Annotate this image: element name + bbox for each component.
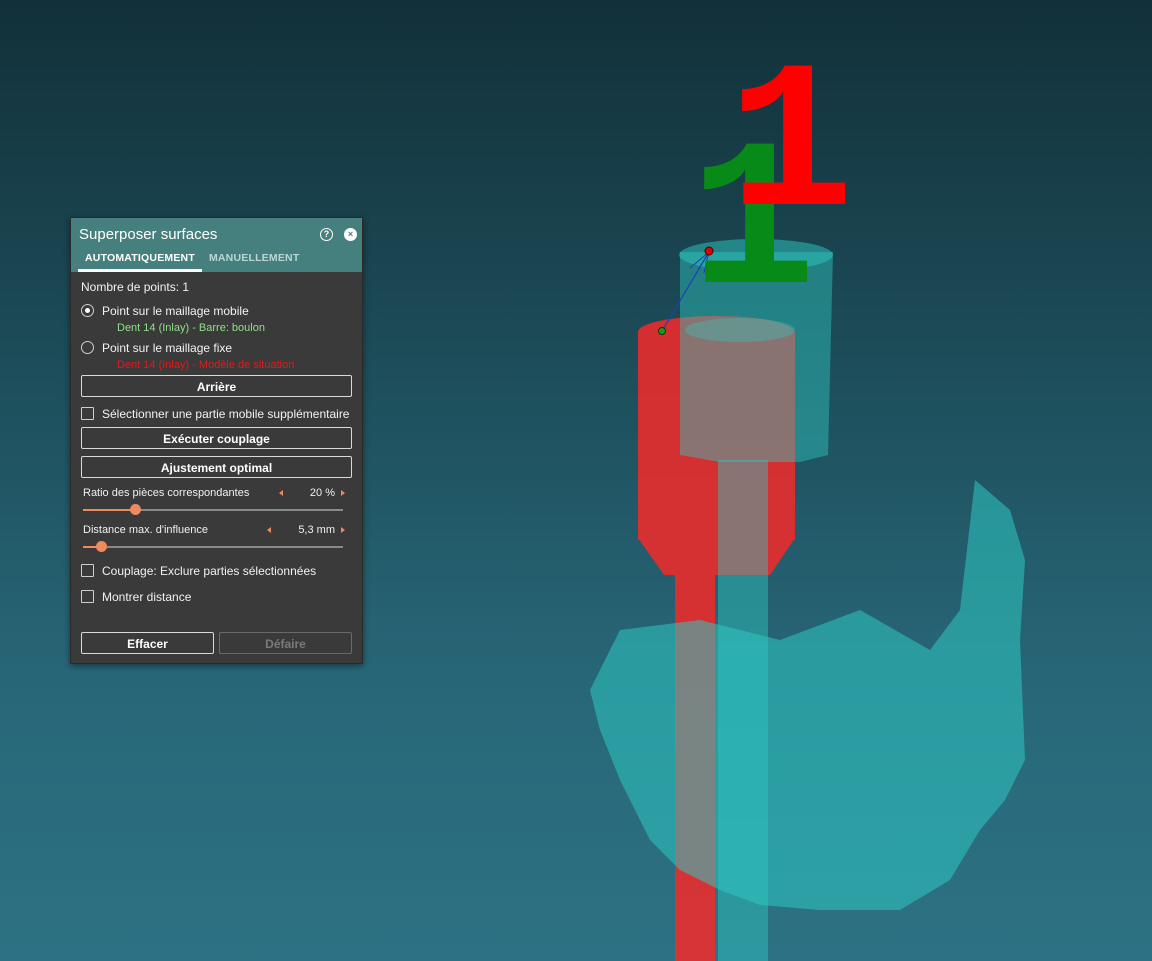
- tab-bar: AUTOMATIQUEMENT MANUELLEMENT: [78, 250, 306, 272]
- exclude-selected-option[interactable]: Couplage: Exclure parties sélectionnées: [81, 564, 353, 580]
- distance-slider-track: [83, 546, 343, 548]
- best-fit-button[interactable]: Ajustement optimal: [81, 456, 352, 478]
- ratio-slider-knob[interactable]: [129, 504, 141, 515]
- clear-button[interactable]: Effacer: [81, 632, 214, 654]
- panel-title: Superposer surfaces: [79, 226, 218, 243]
- execute-coupling-button[interactable]: Exécuter couplage: [81, 427, 352, 449]
- ratio-slider-fill: [83, 509, 135, 511]
- tab-automatic[interactable]: AUTOMATIQUEMENT: [78, 250, 202, 272]
- ratio-decrease-icon[interactable]: [279, 490, 283, 496]
- distance-slider-knob[interactable]: [95, 541, 107, 552]
- fixed-radio[interactable]: [81, 341, 94, 354]
- show-distance-option[interactable]: Montrer distance: [81, 590, 353, 606]
- fixed-point-option[interactable]: Point sur le maillage fixe: [81, 341, 353, 357]
- mobile-radio[interactable]: [81, 304, 94, 317]
- points-count: Nombre de points: 1: [81, 280, 190, 294]
- fixed-detail: Dent 14 (Inlay) - Modèle de situation: [117, 359, 295, 371]
- exclude-selected-checkbox[interactable]: [81, 564, 94, 577]
- back-button[interactable]: Arrière: [81, 375, 352, 397]
- mobile-label: Point sur le maillage mobile: [102, 304, 249, 318]
- fixed-label: Point sur le maillage fixe: [102, 341, 233, 355]
- select-additional-label: Sélectionner une partie mobile supplémen…: [102, 407, 350, 421]
- close-icon[interactable]: ×: [344, 228, 357, 241]
- distance-slider[interactable]: [83, 541, 343, 552]
- panel-header: Superposer surfaces ? × AUTOMATIQUEMENT …: [71, 218, 362, 272]
- select-additional-option[interactable]: Sélectionner une partie mobile supplémen…: [81, 407, 353, 423]
- help-icon[interactable]: ?: [320, 228, 333, 241]
- mobile-point-option[interactable]: Point sur le maillage mobile: [81, 304, 353, 320]
- distance-decrease-icon[interactable]: [267, 527, 271, 533]
- distance-value: 5,3 mm: [298, 524, 335, 536]
- show-distance-label: Montrer distance: [102, 590, 192, 604]
- undo-button[interactable]: Défaire: [219, 632, 352, 654]
- exclude-selected-label: Couplage: Exclure parties sélectionnées: [102, 564, 317, 578]
- ratio-increase-icon[interactable]: [341, 490, 345, 496]
- ratio-slider[interactable]: [83, 504, 343, 515]
- fixed-point-marker[interactable]: [658, 327, 666, 335]
- select-additional-checkbox[interactable]: [81, 407, 94, 420]
- red-point-label: 1: [728, 30, 854, 268]
- tab-manual[interactable]: MANUELLEMENT: [202, 250, 306, 272]
- ratio-value: 20 %: [309, 487, 335, 499]
- superimpose-panel: Superposer surfaces ? × AUTOMATIQUEMENT …: [70, 217, 363, 664]
- show-distance-checkbox[interactable]: [81, 590, 94, 603]
- distance-increase-icon[interactable]: [341, 527, 345, 533]
- mobile-detail: Dent 14 (Inlay) - Barre: boulon: [117, 322, 265, 334]
